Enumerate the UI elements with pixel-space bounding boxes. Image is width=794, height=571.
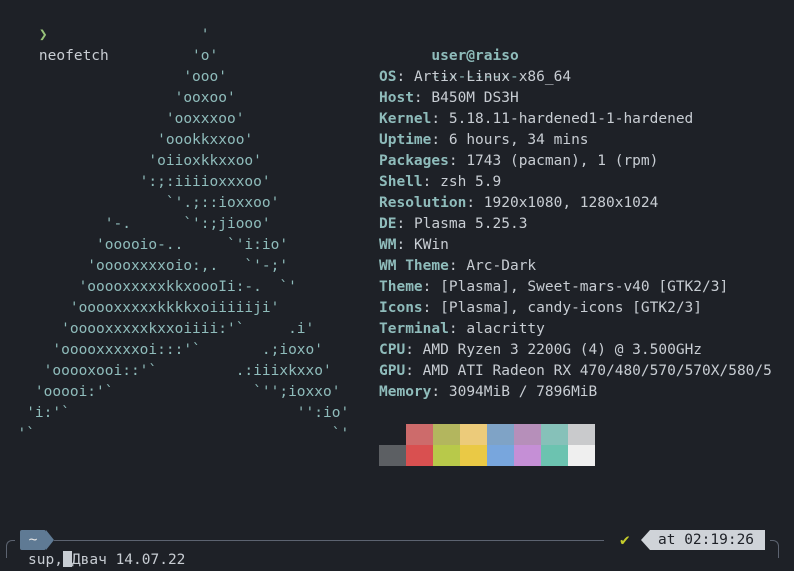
- palette-swatch: [487, 445, 514, 466]
- info-separator: ----------: [431, 69, 519, 85]
- palette-swatch: [568, 424, 595, 445]
- info-value: 1743 (pacman), 1 (rpm): [466, 153, 659, 169]
- info-field: CPU: AMD Ryzen 3 2200G (4) @ 3.500GHz: [379, 342, 703, 358]
- info-value: B450M DS3H: [431, 90, 519, 106]
- info-value: zsh 5.9: [440, 174, 502, 190]
- terminal-window[interactable]: ❯ neofetch ' 'o' 'ooo' 'ooxoo' 'ooxxxoo'…: [0, 0, 794, 568]
- ascii-logo-line: 'oiioxkkxxoo': [0, 153, 262, 169]
- info-field: Packages: 1743 (pacman), 1 (rpm): [379, 153, 659, 169]
- palette-swatch: [433, 445, 460, 466]
- ascii-logo-line: 'ooo': [0, 69, 227, 85]
- info-value: Plasma 5.25.3: [413, 216, 528, 232]
- info-value: alacritty: [466, 321, 545, 337]
- frame-corner-right: [770, 540, 779, 558]
- info-value: AMD Ryzen 3 2200G (4) @ 3.500GHz: [422, 342, 703, 358]
- info-key: Memory: [379, 384, 432, 400]
- palette-swatch: [541, 424, 568, 445]
- info-key: Packages: [379, 153, 449, 169]
- palette-row-normal: [379, 424, 595, 445]
- ascii-logo-line: ': [0, 27, 210, 43]
- ascii-logo-line: 'ooooio-.. `'i:io': [0, 237, 289, 253]
- palette-swatch: [514, 424, 541, 445]
- info-key: Uptime: [379, 132, 432, 148]
- info-title: user@raiso: [379, 25, 518, 64]
- info-field: OS: Artix Linux x86_64: [379, 69, 572, 85]
- info-key: CPU: [379, 342, 406, 358]
- info-value: Arc-Dark: [466, 258, 537, 274]
- info-value: 5.18.11-hardened1-1-hardened: [448, 111, 694, 127]
- info-value: 6 hours, 34 mins: [448, 132, 589, 148]
- info-key: GPU: [379, 363, 406, 379]
- palette-swatch: [406, 445, 433, 466]
- palette-swatch: [568, 445, 595, 466]
- info-key: Terminal: [379, 321, 449, 337]
- palette-swatch: [406, 424, 433, 445]
- directory-segment: ~: [20, 530, 54, 550]
- ascii-logo-line: 'ooooxxxxxkkxoooIi:-. `': [0, 279, 297, 295]
- palette-swatch: [460, 445, 487, 466]
- frame-line: [54, 540, 604, 541]
- ascii-logo-line: 'ooxoo': [0, 90, 236, 106]
- info-key: DE: [379, 216, 397, 232]
- success-check-icon: ✔: [620, 530, 630, 549]
- info-field: Resolution: 1920x1080, 1280x1024: [379, 195, 659, 211]
- palette-swatch: [487, 424, 514, 445]
- ascii-logo-line: 'o': [0, 48, 219, 64]
- info-field: Kernel: 5.18.11-hardened1-1-hardened: [379, 111, 694, 127]
- ascii-logo-line: 'ooooxooi::'` .:iiixkxxo': [0, 363, 332, 379]
- text-cursor: [62, 551, 72, 567]
- info-key: Icons: [379, 300, 423, 316]
- ascii-logo-line: 'ooxxxoo': [0, 111, 245, 127]
- info-value: 1920x1080, 1280x1024: [483, 195, 659, 211]
- info-key: Kernel: [379, 111, 432, 127]
- info-field: Terminal: alacritty: [379, 321, 545, 337]
- ascii-logo-line: 'ooooxxxxxkxxoiiii:'` .i': [0, 321, 315, 337]
- ascii-logo-line: 'ooooi:'` `'';ioxxo': [0, 384, 341, 400]
- info-value: KWin: [413, 237, 449, 253]
- clock-time: 02:19:26: [684, 532, 755, 548]
- info-key: WM: [379, 237, 397, 253]
- color-palette: [379, 424, 595, 466]
- ascii-logo-line: 'ooooxxxxoio:,. `'-;': [0, 258, 289, 274]
- info-field: Theme: [Plasma], Sweet-mars-v40 [GTK2/3]: [379, 279, 729, 295]
- frame-corner-left: [6, 540, 15, 558]
- palette-swatch: [433, 424, 460, 445]
- ascii-logo-line: ':;:iiiioxxxoo': [0, 174, 271, 190]
- info-field: Host: B450M DS3H: [379, 90, 519, 106]
- info-key: Shell: [379, 174, 423, 190]
- info-key: OS: [379, 69, 397, 85]
- info-key: WM Theme: [379, 258, 449, 274]
- info-value: [Plasma], Sweet-mars-v40 [GTK2/3]: [440, 279, 729, 295]
- info-field: DE: Plasma 5.25.3: [379, 216, 528, 232]
- info-field: Uptime: 6 hours, 34 mins: [379, 132, 589, 148]
- palette-swatch: [460, 424, 487, 445]
- info-field: Memory: 3094MiB / 7896MiB: [379, 384, 598, 400]
- ascii-logo-line: '-. `':;jiooo': [0, 216, 271, 232]
- info-value: [Plasma], candy-icons [GTK2/3]: [440, 300, 703, 316]
- palette-swatch: [379, 424, 406, 445]
- info-field: WM Theme: Arc-Dark: [379, 258, 537, 274]
- info-value: AMD ATI Radeon RX 470/480/570/570X/580/5: [422, 363, 772, 379]
- info-key: Host: [379, 90, 414, 106]
- palette-swatch: [379, 445, 406, 466]
- info-field: GPU: AMD ATI Radeon RX 470/480/570/570X/…: [379, 363, 772, 379]
- prompt-line: ❯ neofetch: [4, 4, 109, 64]
- info-value: Artix Linux x86_64: [413, 69, 572, 85]
- ascii-logo-line: 'oookkxxoo': [0, 132, 254, 148]
- ascii-logo-line: 'i:'` '':io': [0, 405, 350, 421]
- info-field: Icons: [Plasma], candy-icons [GTK2/3]: [379, 300, 703, 316]
- ascii-logo-line: `'.;::ioxxoo': [0, 195, 280, 211]
- info-key: Resolution: [379, 195, 467, 211]
- info-field: WM: KWin: [379, 237, 449, 253]
- info-value: 3094MiB / 7896MiB: [448, 384, 598, 400]
- info-key: Theme: [379, 279, 423, 295]
- palette-swatch: [514, 445, 541, 466]
- ascii-logo-line: '` `': [0, 426, 350, 442]
- palette-swatch: [541, 445, 568, 466]
- info-field: Shell: zsh 5.9: [379, 174, 502, 190]
- ascii-logo-line: 'ooooxxxxxkkkkxoiiiiiji': [0, 300, 280, 316]
- time-segment: at 02:19:26: [641, 530, 765, 550]
- palette-row-bright: [379, 445, 595, 466]
- ascii-logo-line: 'ooooxxxxxoi:::'` .;ioxo': [0, 342, 324, 358]
